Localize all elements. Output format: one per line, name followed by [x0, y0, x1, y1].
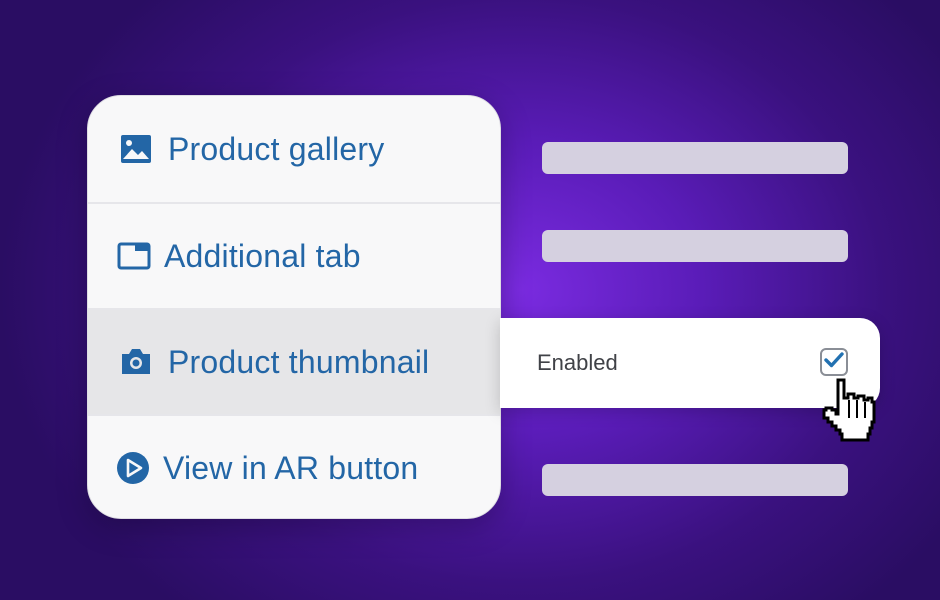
camera-icon	[118, 344, 154, 380]
menu-item-product-gallery[interactable]: Product gallery	[88, 96, 500, 202]
tab-window-icon	[116, 238, 152, 274]
placeholder-bar	[542, 142, 848, 174]
play-circle-icon	[115, 450, 151, 486]
menu-item-additional-tab[interactable]: Additional tab	[88, 202, 500, 308]
menu-item-label: Additional tab	[164, 237, 361, 274]
placeholder-bar	[542, 230, 848, 262]
hand-pointer-cursor-icon	[820, 378, 878, 444]
image-icon	[118, 131, 154, 167]
menu-item-view-in-ar-button[interactable]: View in AR button	[88, 414, 500, 518]
checkmark-icon	[824, 351, 844, 374]
menu-item-product-thumbnail[interactable]: Product thumbnail	[88, 308, 500, 414]
enabled-checkbox[interactable]	[820, 348, 848, 376]
menu-item-label: Product thumbnail	[168, 343, 430, 380]
placeholder-bar	[542, 464, 848, 496]
enabled-label: Enabled	[537, 350, 618, 375]
menu-item-label: Product gallery	[168, 130, 385, 167]
menu-item-label: View in AR button	[163, 449, 419, 486]
product-settings-menu: Product gallery Additional tab Product t…	[87, 95, 501, 519]
